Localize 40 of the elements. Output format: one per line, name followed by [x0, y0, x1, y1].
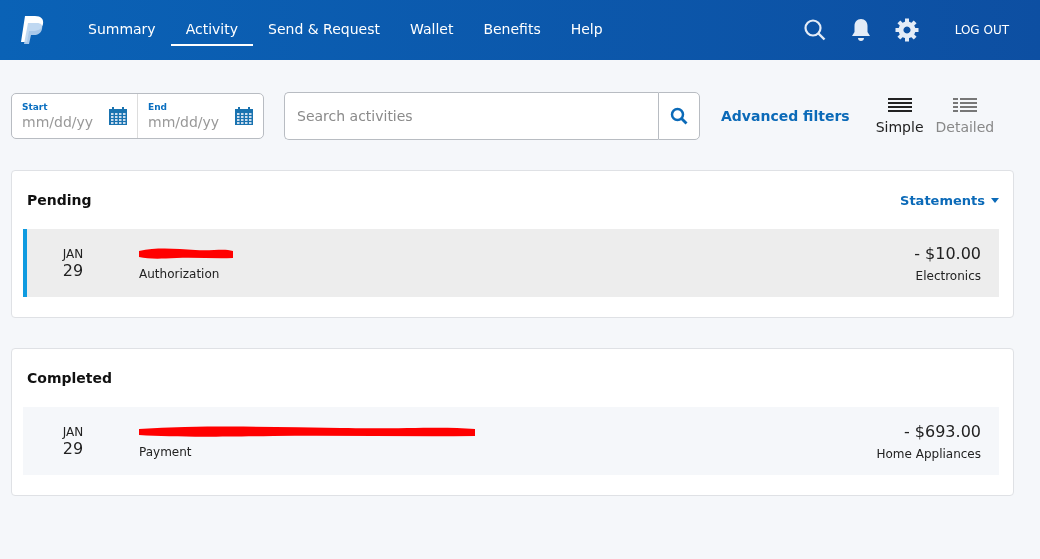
section-title: Pending — [27, 192, 92, 208]
nav-tab[interactable]: Wallet — [394, 14, 469, 46]
date-day: 29 — [62, 260, 84, 280]
view-toggle[interactable]: Simple — [875, 97, 924, 135]
logo-icon[interactable] — [19, 15, 45, 45]
transaction-type: Payment — [139, 444, 193, 459]
nav-tab[interactable]: Summary — [73, 14, 171, 46]
date-field[interactable]: mm/dd/yy — [22, 112, 102, 130]
nav-tab[interactable]: Send & Request — [253, 14, 395, 46]
list-icon — [887, 97, 912, 113]
date-month: JAN — [62, 246, 84, 261]
transaction-amount: - $693.00 — [903, 421, 981, 441]
transaction-amount: - $10.00 — [914, 243, 981, 263]
field-label: Start — [22, 102, 49, 112]
transaction-category: Home Appliances — [876, 446, 981, 461]
transaction-category: Electronics — [915, 268, 981, 283]
search-icon[interactable] — [802, 18, 827, 42]
calendar-icon[interactable] — [108, 106, 128, 126]
date-month: JAN — [62, 424, 84, 439]
date-field[interactable]: mm/dd/yy — [148, 112, 228, 130]
settings-icon[interactable] — [894, 18, 919, 42]
advanced-filters-link[interactable]: Advanced filters — [721, 108, 850, 124]
calendar-icon[interactable] — [234, 106, 254, 126]
transaction-row[interactable]: JAN 29 Payment - $693.00 Home Appliances — [23, 407, 999, 475]
transaction-row[interactable]: JAN 29 Authorization - $10.00 Electronics — [23, 229, 999, 297]
transaction-type: Authorization — [139, 266, 221, 281]
section-title: Completed — [27, 370, 112, 386]
field-label: End — [148, 102, 168, 112]
search-button[interactable] — [658, 92, 700, 140]
nav-tab[interactable]: Help — [555, 14, 618, 46]
view-toggle[interactable]: Detailed — [935, 97, 995, 135]
statements-dropdown[interactable]: Statements — [900, 192, 999, 208]
logout-button[interactable]: LOG OUT — [954, 23, 1009, 37]
caret-icon — [991, 197, 999, 203]
search-icon — [670, 107, 688, 125]
nav-tab[interactable]: Benefits — [468, 14, 556, 46]
detailed-list-icon — [952, 97, 977, 113]
nav-tab[interactable]: Activity — [170, 14, 253, 46]
date-day: 29 — [62, 438, 84, 458]
search-field[interactable]: Search activities — [284, 92, 658, 140]
